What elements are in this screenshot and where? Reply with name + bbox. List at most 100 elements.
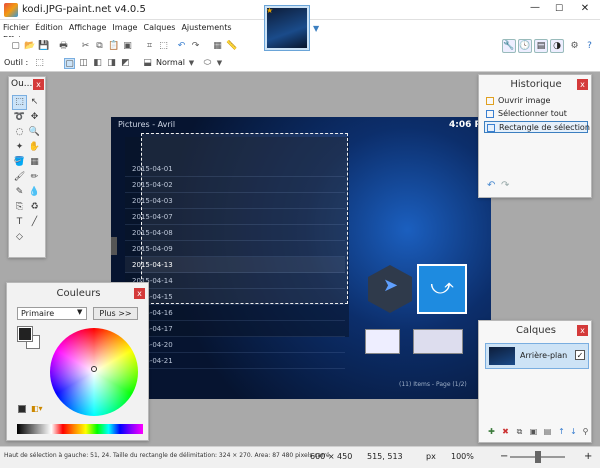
menu-affichage[interactable]: Affichage [66,20,110,32]
save-icon[interactable]: 💾 [38,41,49,52]
redo-icon[interactable]: ↷ [190,41,201,52]
chevron-down-icon[interactable]: ▼ [77,308,82,316]
redo-icon[interactable]: ↷ [501,180,509,191]
layers-close-button[interactable]: x [577,325,588,336]
selection-mode-invert-icon[interactable]: ◩ [120,58,131,69]
eraser-icon[interactable]: ✏ [27,170,42,185]
move-layer-up-icon[interactable]: ↑ [557,427,566,436]
shapes-icon[interactable]: ◇ [12,230,27,245]
color-palette-strip[interactable] [17,424,143,434]
help-icon[interactable]: ? [584,41,595,52]
merge-layer-icon[interactable]: ▣ [529,427,538,436]
history-close-button[interactable]: x [577,79,588,90]
brush-icon[interactable]: 🖌 [12,170,27,185]
menu-ajustements[interactable]: Ajustements [178,20,234,32]
unsaved-star-icon: ★ [266,6,274,15]
status-zoom-value[interactable]: 100% [451,452,474,461]
deselect-icon[interactable]: ⬚ [158,41,169,52]
menu-calques[interactable]: Calques [140,20,178,32]
paint-bucket-icon[interactable]: 🪣 [12,155,27,170]
history-toggle-icon[interactable]: 🕓 [518,39,532,53]
paste-new-icon[interactable]: ▣ [122,41,133,52]
menu-edition[interactable]: Édition [32,20,66,32]
layers-toggle-icon[interactable]: ▤ [534,39,548,53]
history-item[interactable]: Rectangle de sélection [484,121,590,133]
clone-stamp-icon[interactable]: ⎘ [12,200,27,215]
status-selection-info: Haut de sélection à gauche: 51, 24. Tail… [4,452,330,459]
menu-image[interactable]: Image [109,20,140,32]
text-icon[interactable]: T [12,215,27,230]
print-icon[interactable]: 🖶 [58,41,69,52]
tab-dropdown-icon[interactable]: ▼ [313,24,319,33]
history-panel-title: Historique [510,79,562,90]
open-icon[interactable]: 📂 [24,41,35,52]
menu-fichier[interactable]: Fichier [0,20,32,32]
undo-icon[interactable]: ↶ [176,41,187,52]
history-item-label: Ouvrir image [498,96,551,105]
color-wheel[interactable] [50,328,138,416]
zoom-out-icon[interactable]: − [500,451,508,462]
pan-icon[interactable]: ✋ [27,140,42,155]
tools-toggle-icon[interactable]: 🔧 [502,39,516,53]
lasso-icon[interactable]: ➰ [12,110,27,125]
selection-mode-exclude-icon[interactable]: ◧ [92,58,103,69]
selection-mode-union-icon[interactable]: ◫ [78,58,89,69]
paste-icon[interactable]: 📋 [108,41,119,52]
zoom-in-icon[interactable]: + [584,451,592,462]
recolor-icon[interactable]: ♻ [27,200,42,215]
zoom-slider-thumb[interactable] [535,451,541,463]
layer-properties-icon[interactable]: ▤ [543,427,552,436]
rect-select-icon[interactable]: ⬚ [12,95,27,110]
palette-swatch-icon[interactable] [18,405,26,413]
maximize-button[interactable]: ☐ [552,3,566,15]
layer-visibility-checkbox[interactable]: ✓ [575,350,585,360]
history-item[interactable]: Ouvrir image [484,95,588,107]
blend-mode-select[interactable]: Normal [156,58,185,67]
gradient-icon[interactable]: ▦ [27,155,42,170]
minimize-button[interactable]: — [528,3,542,15]
cut-icon[interactable]: ✂ [80,41,91,52]
add-layer-icon[interactable]: ✚ [487,427,496,436]
selection-mode-intersect-icon[interactable]: ◨ [106,58,117,69]
duplicate-layer-icon[interactable]: ⧉ [515,427,524,436]
palette-menu-icon[interactable]: ◧▾ [31,404,43,413]
tools-close-button[interactable]: x [33,79,44,90]
status-unit-select[interactable]: px [426,452,436,461]
move-selection-icon[interactable]: ↖ [27,95,42,110]
close-window-button[interactable]: ✕ [574,2,596,16]
ellipse-select-icon[interactable]: ◌ [12,125,27,140]
grid-icon[interactable]: ▦ [212,41,223,52]
antialias-icon[interactable]: ⬭ [202,58,213,69]
color-picker-icon[interactable]: 💧 [27,185,42,200]
delete-layer-icon[interactable]: ✖ [501,427,510,436]
open-image-icon [486,97,494,105]
chevron-down-icon[interactable]: ▼ [186,58,197,69]
line-icon[interactable]: ╱ [27,215,42,230]
chevron-down-icon[interactable]: ▼ [214,58,225,69]
current-tool-icon[interactable]: ⬚ [34,58,45,69]
settings-gear-icon[interactable]: ⚙ [569,41,580,52]
selection-mode-replace-icon[interactable]: ▢ [64,58,75,69]
layer-options-icon[interactable]: ⚲ [581,427,590,436]
layer-row[interactable]: Arrière-plan ✓ [485,343,589,369]
zoom-icon[interactable]: 🔍 [27,125,42,140]
crop-icon[interactable]: ⌗ [144,41,155,52]
primary-color-swatch[interactable] [17,326,33,342]
pencil-icon[interactable]: ✎ [12,185,27,200]
new-icon[interactable]: ▢ [10,41,21,52]
history-item-label: Sélectionner tout [498,109,567,118]
colors-toggle-icon[interactable]: ◑ [550,39,564,53]
selection-rectangle[interactable] [141,133,348,304]
move-icon[interactable]: ✥ [27,110,42,125]
undo-icon[interactable]: ↶ [487,180,495,191]
image-mini-screenshot-2 [413,329,463,354]
colors-close-button[interactable]: x [134,288,145,299]
tools-grid: ⬚ ↖➰ ✥◌ 🔍✦ ✋🪣 ▦🖌 ✏✎ 💧⎘ ♻T ╱◇ [12,95,44,245]
move-layer-down-icon[interactable]: ↓ [569,427,578,436]
copy-icon[interactable]: ⧉ [94,41,105,52]
magic-wand-icon[interactable]: ✦ [12,140,27,155]
more-colors-button[interactable]: Plus >> [93,307,138,320]
history-item[interactable]: Sélectionner tout [484,108,588,120]
color-wheel-handle[interactable] [91,366,97,372]
ruler-icon[interactable]: 📏 [226,41,237,52]
